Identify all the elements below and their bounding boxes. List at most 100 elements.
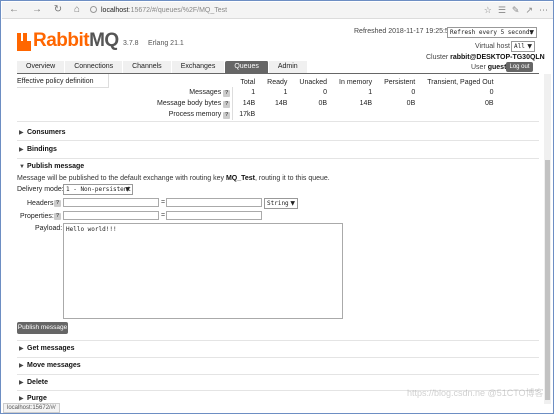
divider (17, 374, 539, 375)
effective-policy-label: Effective policy definition (17, 78, 94, 85)
queue-stats-table: Total Ready Unacked In memory Persistent… (151, 77, 500, 120)
logo-text: RabbitMQ (33, 30, 119, 51)
delivery-mode-label: Delivery mode: (17, 186, 64, 193)
erlang-version: Erlang 21.1 (148, 40, 184, 47)
messages-ready: 1 (283, 89, 288, 96)
process-memory-value: 17kB (232, 109, 262, 120)
delivery-mode-select[interactable]: 1 - Non-persistent ▼ (63, 184, 133, 195)
header-type-select[interactable]: String ▼ (264, 198, 298, 209)
col-transient: Transient, Paged Out (427, 78, 494, 86)
header-key-input[interactable] (63, 198, 159, 207)
home-icon[interactable]: ⌂ (71, 4, 83, 16)
section-publish-message[interactable]: ▼ Publish message (19, 163, 84, 170)
more-icon[interactable]: ⋯ (539, 4, 548, 17)
messages-total: 1 (232, 87, 262, 98)
virtual-host-label: Virtual host (475, 43, 510, 50)
address-bar[interactable]: localhost:15672/#/queues/%2F/MQ_Test (90, 4, 430, 17)
property-value-input[interactable] (166, 211, 262, 220)
queue-detail-content: Effective policy definition Total Ready … (17, 74, 539, 404)
col-total: Total (240, 78, 256, 86)
section-consumers[interactable]: ▶ Consumers (19, 129, 66, 136)
share-icon[interactable]: ↗ (525, 4, 533, 17)
help-icon[interactable]: ? (54, 213, 61, 220)
scrollbar-thumb[interactable] (545, 160, 550, 400)
url-host: localhost (101, 7, 129, 14)
payload-label: Payload: (35, 225, 63, 232)
property-key-input[interactable] (63, 211, 159, 220)
virtual-host-select[interactable]: All ▼ (511, 41, 535, 52)
bytes-transient: 0B (484, 100, 494, 107)
help-icon[interactable]: ? (54, 200, 61, 207)
browser-window: ← → ↻ ⌂ localhost:15672/#/queues/%2F/MQ_… (0, 0, 554, 414)
messages-transient: 0 (489, 89, 494, 96)
chevron-right-icon: ▶ (19, 396, 24, 402)
chevron-down-icon: ▼ (290, 200, 295, 207)
forward-icon[interactable]: → (31, 4, 43, 16)
messages-unacked: 0 (323, 89, 328, 96)
chevron-right-icon: ▶ (19, 346, 24, 352)
browser-tools: ☆ ☰ ✎ ↗ ⋯ (484, 4, 548, 17)
tab-exchanges[interactable]: Exchanges (171, 61, 226, 73)
row-label-process-memory: Process memory (168, 110, 222, 118)
help-icon[interactable]: ? (223, 111, 231, 119)
header-value-input[interactable] (166, 198, 262, 207)
divider (17, 121, 539, 122)
tab-overview[interactable]: Overview (17, 61, 66, 73)
page-info-icon (90, 6, 97, 13)
tab-channels[interactable]: Channels (123, 61, 172, 73)
vertical-scrollbar[interactable] (544, 74, 551, 404)
logout-button[interactable]: Log out (506, 62, 533, 72)
col-persistent: Persistent (384, 78, 416, 86)
divider (17, 340, 539, 341)
section-get-messages[interactable]: ▶ Get messages (19, 345, 74, 352)
tab-queues[interactable]: Queues (225, 61, 269, 73)
section-move-messages[interactable]: ▶ Move messages (19, 362, 81, 369)
user-info: User guest (471, 64, 507, 71)
chevron-down-icon: ▼ (527, 43, 532, 50)
bytes-unacked: 0B (318, 100, 328, 107)
chevron-right-icon: ▶ (19, 380, 24, 386)
help-icon[interactable]: ? (223, 89, 231, 97)
section-delete[interactable]: ▶ Delete (19, 379, 48, 386)
properties-label: Properties: (20, 213, 54, 220)
equals-sign: = (161, 199, 166, 206)
col-unacked: Unacked (299, 78, 328, 86)
tab-admin[interactable]: Admin (268, 61, 308, 73)
publish-note: Message will be published to the default… (17, 175, 330, 182)
chevron-down-icon: ▼ (529, 29, 534, 36)
publish-message-button[interactable]: Publish message (17, 322, 68, 334)
main-tabs: Overview Connections Channels Exchanges … (17, 61, 308, 73)
section-bindings[interactable]: ▶ Bindings (19, 146, 57, 153)
favorites-icon[interactable]: ☰ (498, 4, 506, 17)
section-purge[interactable]: ▶ Purge (19, 395, 47, 402)
bookmark-star-icon[interactable]: ☆ (484, 4, 492, 17)
row-label-messages: Messages (189, 88, 222, 96)
bytes-in-memory: 14B (359, 100, 373, 107)
bytes-persistent: 0B (406, 100, 416, 107)
routing-key: MQ_Test (225, 175, 256, 182)
row-label-body-bytes: Message body bytes (157, 99, 222, 107)
version: 3.7.8 (123, 40, 139, 47)
tab-connections[interactable]: Connections (65, 61, 124, 73)
equals-sign: = (161, 212, 166, 219)
table-row: Messages? 1 1 0 1 0 0 (151, 87, 500, 98)
refresh-interval-select[interactable]: Refresh every 5 seconds ▼ (447, 27, 537, 38)
back-icon[interactable]: ← (8, 4, 20, 16)
status-bar-url: localhost:15672/#/ (3, 403, 60, 413)
divider (17, 158, 539, 159)
chevron-down-icon: ▼ (19, 164, 25, 170)
rabbit-logo-icon (17, 33, 31, 51)
notes-icon[interactable]: ✎ (512, 4, 520, 17)
col-in-memory: In memory (339, 78, 373, 86)
url-path: :15672/#/queues/%2F/MQ_Test (128, 7, 228, 14)
divider (17, 357, 539, 358)
table-row: Process memory? 17kB (151, 109, 500, 120)
help-icon[interactable]: ? (223, 100, 231, 108)
rabbitmq-logo[interactable]: RabbitMQ (17, 29, 119, 51)
stats-header-row: Total Ready Unacked In memory Persistent… (151, 77, 500, 87)
chevron-down-icon: ▼ (125, 186, 130, 193)
chevron-right-icon: ▶ (19, 130, 24, 136)
reload-icon[interactable]: ↻ (52, 4, 64, 16)
browser-toolbar: ← → ↻ ⌂ localhost:15672/#/queues/%2F/MQ_… (2, 2, 553, 19)
payload-textarea[interactable]: Hello world!!! (63, 223, 343, 319)
